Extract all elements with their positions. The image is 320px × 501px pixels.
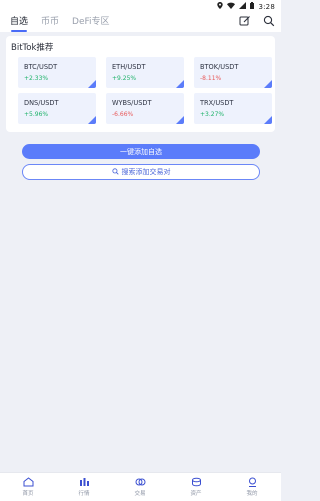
pair-tile-eth[interactable]: ETH/USDT +9.25% xyxy=(106,57,184,88)
nav-profile[interactable]: 我的 xyxy=(232,477,272,497)
search-icon xyxy=(111,167,119,177)
search-pairs-label: 搜索添加交易对 xyxy=(121,168,171,176)
profile-icon xyxy=(232,477,272,487)
status-time: 3:28 xyxy=(258,2,275,11)
pair-change: +2.33% xyxy=(24,75,49,82)
top-header: 自选 币币 DeFi专区 xyxy=(0,12,281,32)
pair-name: BTOK/USDT xyxy=(200,63,239,71)
pair-change: +5.96% xyxy=(24,111,49,118)
home-icon xyxy=(8,477,48,487)
signal-icon xyxy=(239,2,247,11)
pair-name: BTC/USDT xyxy=(24,63,58,71)
location-icon xyxy=(217,2,224,11)
pair-tile-wybs[interactable]: WYBS/USDT -6.66% xyxy=(106,93,184,124)
nav-home-label: 首页 xyxy=(22,491,34,497)
pair-tile-dns[interactable]: DNS/USDT +5.96% xyxy=(18,93,96,124)
battery-icon xyxy=(250,2,255,11)
status-bar: 3:28 xyxy=(0,0,281,12)
wifi-icon xyxy=(227,2,236,11)
select-checkmark-icon xyxy=(88,116,96,124)
pair-tile-trx[interactable]: TRX/USDT +3.27% xyxy=(194,93,272,124)
add-all-favorites-button[interactable]: 一键添加自选 xyxy=(22,144,260,159)
tab-spot[interactable]: 币币 xyxy=(41,16,59,28)
add-all-label: 一键添加自选 xyxy=(120,147,162,156)
search-icon[interactable] xyxy=(263,15,275,27)
pair-tile-btc[interactable]: BTC/USDT +2.33% xyxy=(18,57,96,88)
pair-name: ETH/USDT xyxy=(112,63,146,71)
pair-change: -8.11% xyxy=(200,75,222,82)
nav-assets[interactable]: 资产 xyxy=(176,477,216,497)
pair-name: DNS/USDT xyxy=(24,99,59,107)
pair-name: WYBS/USDT xyxy=(112,99,152,107)
nav-trade-label: 交易 xyxy=(134,491,146,497)
pair-change: +3.27% xyxy=(200,111,225,118)
trade-icon xyxy=(120,477,160,487)
select-checkmark-icon xyxy=(176,80,184,88)
edit-icon[interactable] xyxy=(239,15,251,27)
pair-tile-btok[interactable]: BTOK/USDT -8.11% xyxy=(194,57,272,88)
pair-name: TRX/USDT xyxy=(200,99,234,107)
nav-profile-label: 我的 xyxy=(246,491,258,497)
tab-favorites[interactable]: 自选 xyxy=(10,16,28,32)
select-checkmark-icon xyxy=(264,80,272,88)
select-checkmark-icon xyxy=(88,80,96,88)
select-checkmark-icon xyxy=(264,116,272,124)
recommend-title: BitTok推荐 xyxy=(11,43,54,53)
assets-icon xyxy=(176,477,216,487)
search-pairs-button[interactable]: 搜索添加交易对 xyxy=(22,164,260,180)
nav-market[interactable]: 行情 xyxy=(64,477,104,497)
pair-change: +9.25% xyxy=(112,75,137,82)
tab-bar: 自选 币币 DeFi专区 xyxy=(10,16,110,32)
nav-assets-label: 资产 xyxy=(190,491,202,497)
market-chart-icon xyxy=(64,477,104,487)
select-checkmark-icon xyxy=(176,116,184,124)
nav-market-label: 行情 xyxy=(78,491,90,497)
recommend-card: BitTok推荐 BTC/USDT +2.33% ETH/USDT +9.25%… xyxy=(6,36,275,132)
nav-trade[interactable]: 交易 xyxy=(120,477,160,497)
bottom-nav: 首页 行情 交易 资产 我的 xyxy=(0,472,281,501)
pair-change: -6.66% xyxy=(112,111,134,118)
tab-defi[interactable]: DeFi专区 xyxy=(72,16,110,28)
nav-home[interactable]: 首页 xyxy=(8,477,48,497)
